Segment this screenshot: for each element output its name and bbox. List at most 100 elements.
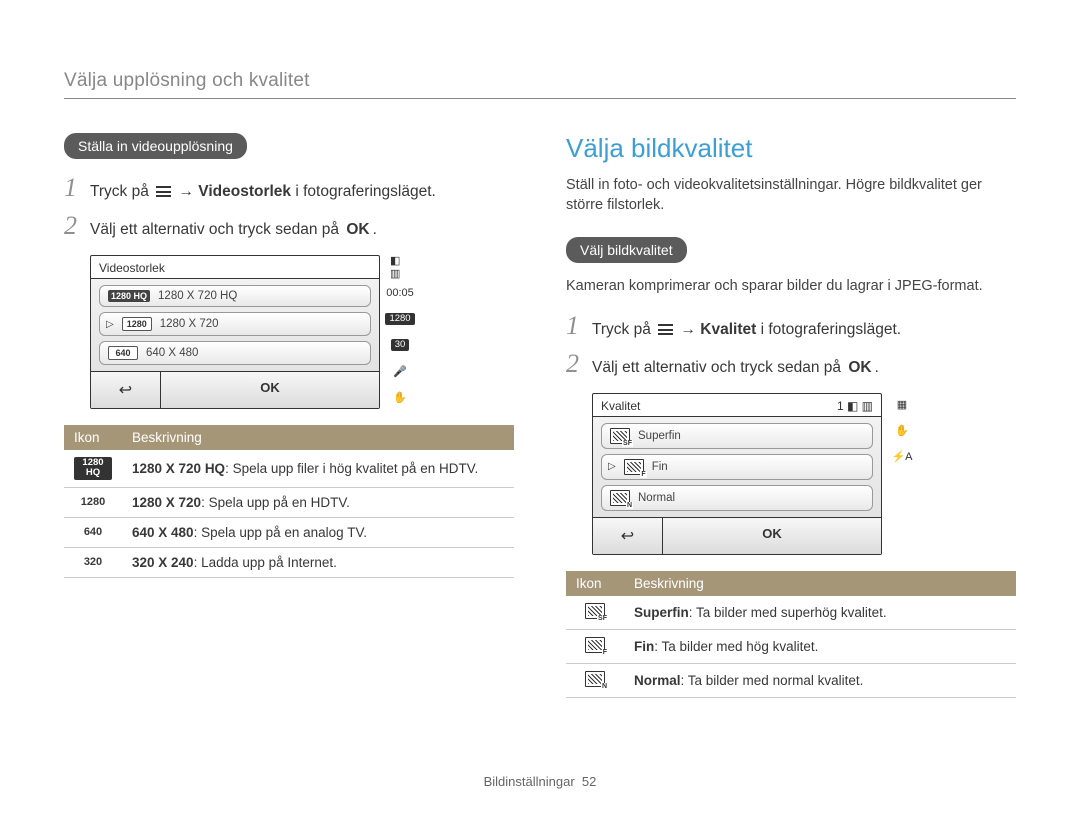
- mode-icon: ◧ ▥: [390, 259, 410, 275]
- cell-bold: Superfin: [634, 605, 689, 620]
- text-bold: Videostorlek: [198, 183, 291, 200]
- arrow-icon: →: [178, 183, 194, 200]
- lcd-row-label: 1280 X 720: [160, 318, 219, 330]
- col-left: Ställa in videoupplösning 1 Tryck på → V…: [64, 133, 514, 698]
- selected-marker-icon: ▷: [608, 461, 616, 472]
- cell-text: : Ta bilder med normal kvalitet.: [681, 673, 864, 688]
- lcd-row[interactable]: ▷ 1280 1280 X 720: [99, 312, 371, 336]
- lcd-title: Kvalitet: [601, 399, 640, 413]
- lcd-row[interactable]: SF Superfin: [601, 423, 873, 449]
- quality-icon: F: [585, 637, 605, 653]
- cell-text: : Ta bilder med hög kvalitet.: [654, 639, 818, 654]
- grid-icon: ▦: [892, 397, 912, 413]
- lcd-row[interactable]: 640 640 X 480: [99, 341, 371, 365]
- cell-bold: 1280 X 720 HQ: [132, 461, 225, 476]
- cell-text: : Spela upp på en analog TV.: [194, 525, 367, 540]
- time-label: 00:05: [390, 285, 410, 301]
- cell-text: : Ta bilder med superhög kvalitet.: [689, 605, 887, 620]
- quality-icon: N: [585, 671, 605, 687]
- section-title: Välja bildkvalitet: [566, 133, 1016, 164]
- ok-icon: OK: [845, 358, 874, 379]
- note-text: Kameran komprimerar och sparar bilder du…: [566, 277, 1016, 297]
- res-badge-icon: 1280 HQ: [74, 457, 112, 480]
- cell-bold: 1280 X 720: [132, 495, 201, 510]
- res-indicator-icon: 1280: [390, 311, 410, 327]
- res-badge-icon: 320: [84, 556, 102, 568]
- lcd-row-label: Normal: [638, 492, 675, 504]
- mic-icon: 🎤: [390, 363, 410, 379]
- step-number: 1: [64, 173, 90, 203]
- cell-text: : Spela upp på en HDTV.: [201, 495, 350, 510]
- lcd-side-icons: ◧ ▥ 00:05 1280 30 🎤 ✋: [390, 255, 410, 405]
- lcd-title: Videostorlek: [91, 256, 379, 279]
- table-row: 640 640 X 480: Spela upp på en analog TV…: [64, 517, 514, 547]
- quality-icon: F: [624, 459, 644, 475]
- quality-icon: SF: [585, 603, 605, 619]
- cell-text: : Ladda upp på Internet.: [194, 555, 337, 570]
- table-row: 1280 HQ 1280 X 720 HQ: Spela upp filer i…: [64, 450, 514, 487]
- footer-page: 52: [582, 774, 596, 789]
- lcd-row-label: Superfin: [638, 430, 681, 442]
- lcd-row[interactable]: 1280 HQ 1280 X 720 HQ: [99, 285, 371, 307]
- col-right: Välja bildkvalitet Ställ in foto- och vi…: [566, 133, 1016, 698]
- res-badge-icon: 640: [108, 346, 138, 360]
- ois-icon: ✋: [390, 389, 410, 405]
- lcd-row-label: Fin: [652, 461, 668, 473]
- section-intro: Ställ in foto- och videokvalitetsinställ…: [566, 176, 1016, 215]
- th-desc: Beskrivning: [624, 571, 1016, 596]
- selected-marker-icon: ▷: [106, 319, 114, 330]
- cell-bold: 320 X 240: [132, 555, 194, 570]
- lcd-back-button[interactable]: ↩: [91, 372, 161, 408]
- menu-icon: [658, 324, 673, 335]
- step-number: 2: [566, 349, 592, 379]
- right-step-1: 1 Tryck på → Kvalitet i fotograferingslä…: [566, 311, 1016, 341]
- right-step-2: 2 Välj ett alternativ och tryck sedan på…: [566, 349, 1016, 379]
- lcd-quality: Kvalitet 1 ◧ ▥ SF Superfin ▷ F Fin N: [592, 393, 882, 555]
- th-icon: Ikon: [566, 571, 624, 596]
- lcd-ok-button[interactable]: OK: [663, 518, 881, 554]
- text: i fotograferingsläget.: [761, 321, 901, 338]
- res-badge-icon: 640: [84, 526, 102, 538]
- table-video: Ikon Beskrivning 1280 HQ 1280 X 720 HQ: …: [64, 425, 514, 578]
- menu-icon: [156, 186, 171, 197]
- quality-icon: N: [610, 490, 630, 506]
- step-number: 2: [64, 211, 90, 241]
- lcd-side-icons: ▦ ✋ ⚡A: [892, 393, 912, 465]
- lcd-row-label: 640 X 480: [146, 347, 198, 359]
- lcd-row[interactable]: ▷ F Fin: [601, 454, 873, 480]
- arrow-icon: →: [680, 321, 696, 338]
- page-title: Välja upplösning och kvalitet: [64, 70, 1016, 99]
- table-row: 1280 1280 X 720: Spela upp på en HDTV.: [64, 487, 514, 517]
- cell-bold: Normal: [634, 673, 681, 688]
- table-row: SF Superfin: Ta bilder med superhög kval…: [566, 596, 1016, 630]
- th-icon: Ikon: [64, 425, 122, 450]
- ois-icon: ✋: [892, 423, 912, 439]
- quality-icon: SF: [610, 428, 630, 444]
- cell-bold: 640 X 480: [132, 525, 194, 540]
- table-row: N Normal: Ta bilder med normal kvalitet.: [566, 663, 1016, 697]
- lcd-counter: 1 ◧ ▥: [837, 399, 873, 413]
- text: Tryck på: [90, 183, 153, 200]
- table-quality: Ikon Beskrivning SF Superfin: Ta bilder …: [566, 571, 1016, 698]
- lcd-video: Videostorlek 1280 HQ 1280 X 720 HQ ▷ 128…: [90, 255, 380, 409]
- table-row: 320 320 X 240: Ladda upp på Internet.: [64, 547, 514, 577]
- flash-icon: ⚡A: [892, 449, 912, 465]
- footer-section: Bildinställningar: [484, 774, 575, 789]
- text: Välj ett alternativ och tryck sedan på: [90, 221, 343, 238]
- text: Tryck på: [592, 321, 655, 338]
- res-badge-icon: 1280 HQ: [108, 290, 150, 302]
- left-step-1: 1 Tryck på → Videostorlek i fotograferin…: [64, 173, 514, 203]
- lcd-ok-button[interactable]: OK: [161, 372, 379, 408]
- res-badge-icon: 1280: [81, 496, 105, 508]
- cell-text: : Spela upp filer i hög kvalitet på en H…: [225, 461, 478, 476]
- left-step-2: 2 Välj ett alternativ och tryck sedan på…: [64, 211, 514, 241]
- lcd-row-label: 1280 X 720 HQ: [158, 290, 237, 302]
- lcd-back-button[interactable]: ↩: [593, 518, 663, 554]
- ok-icon: OK: [343, 220, 372, 241]
- th-desc: Beskrivning: [122, 425, 514, 450]
- res-badge-icon: 1280: [122, 317, 152, 331]
- text: i fotograferingsläget.: [295, 183, 435, 200]
- lcd-row[interactable]: N Normal: [601, 485, 873, 511]
- cell-bold: Fin: [634, 639, 654, 654]
- text-bold: Kvalitet: [700, 321, 756, 338]
